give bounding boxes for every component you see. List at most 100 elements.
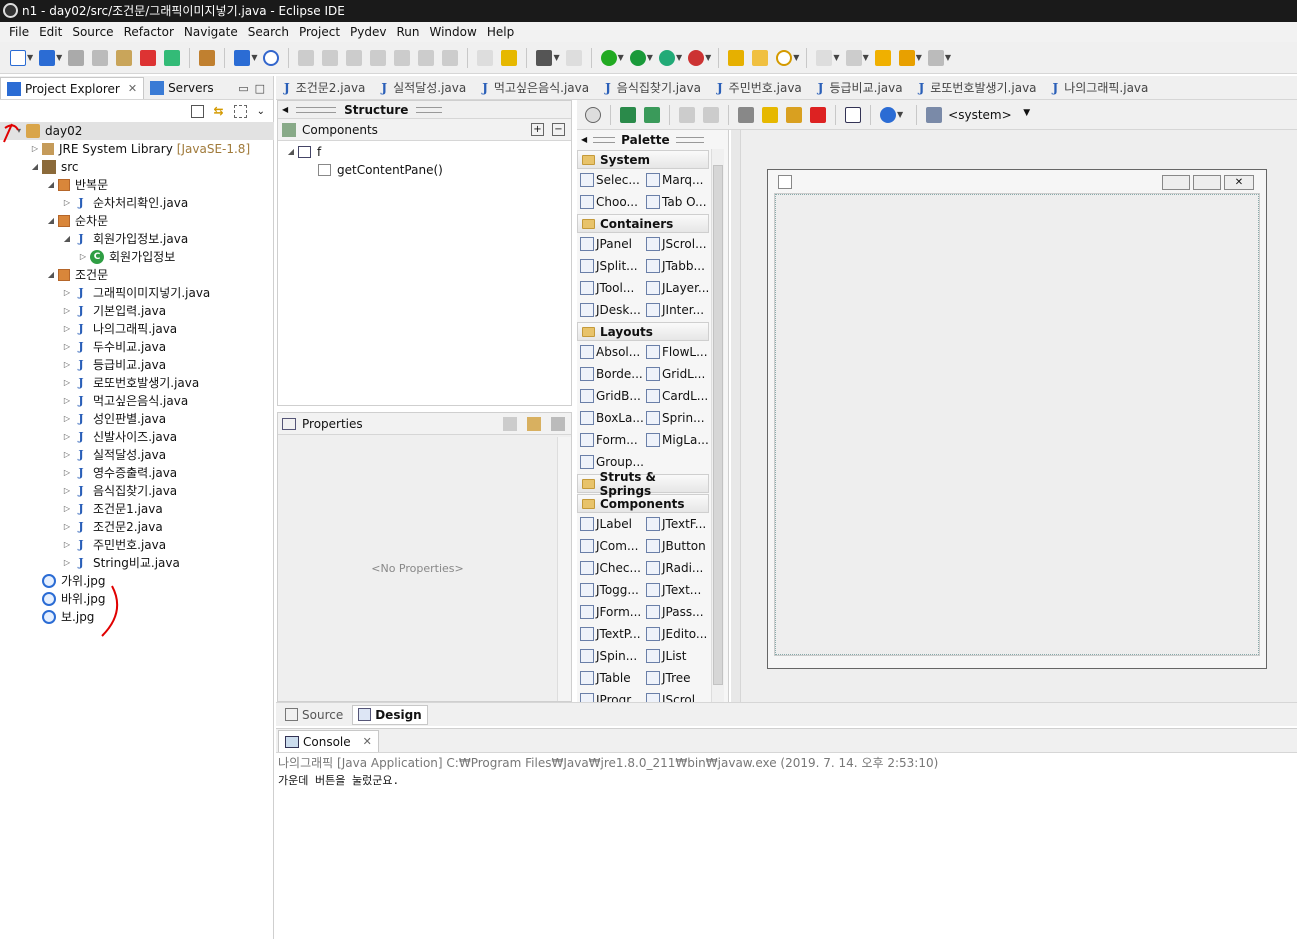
new-icon[interactable] <box>10 49 26 66</box>
expand-twisty-icon[interactable]: ▷ <box>62 464 72 482</box>
expand-twisty-icon[interactable]: ▷ <box>62 320 72 338</box>
back-arrow-icon[interactable] <box>898 49 915 66</box>
tree-item[interactable]: ▾ day02 <box>0 122 274 140</box>
tree-item[interactable]: 보.jpg <box>30 608 94 626</box>
no-entry-icon[interactable] <box>263 49 280 66</box>
tree-item[interactable]: ◢ 반복문 <box>46 176 108 194</box>
menu-window[interactable]: Window <box>425 25 482 39</box>
expand-twisty-icon[interactable]: ▷ <box>62 500 72 518</box>
undo-icon[interactable] <box>679 106 695 123</box>
editor-tab[interactable]: J 조건문2.java <box>276 76 373 100</box>
editor-tab[interactable]: J 주민번호.java <box>709 76 810 100</box>
tree-item[interactable]: ▷ J 그래픽이미지넣기.java <box>62 284 210 302</box>
open-folder-icon[interactable] <box>728 49 745 66</box>
palette-item[interactable]: JForm... <box>577 605 643 619</box>
menu-edit[interactable]: Edit <box>34 25 67 39</box>
expand-twisty-icon[interactable]: ◢ <box>30 158 40 176</box>
package-icon[interactable] <box>752 49 769 66</box>
tree-item[interactable]: ▷ J 음식집찾기.java <box>62 482 177 500</box>
expand-twisty-icon[interactable]: ▷ <box>62 446 72 464</box>
save-all-icon[interactable] <box>92 49 109 66</box>
expand-twisty-icon[interactable]: ▷ <box>62 374 72 392</box>
drag-handle-icon[interactable] <box>675 136 704 143</box>
tree-item[interactable]: ▷ J 순차처리확인.java <box>62 194 188 212</box>
tree-item[interactable]: ▷ J 두수비교.java <box>62 338 166 356</box>
menu-project[interactable]: Project <box>294 25 345 39</box>
palette-item[interactable]: Selec... <box>577 173 643 187</box>
tree-item[interactable]: 가위.jpg <box>30 572 105 590</box>
menu-search[interactable]: Search <box>243 25 294 39</box>
tree-item[interactable]: ▷ J 주민번호.java <box>62 536 166 554</box>
palette-item[interactable]: JButton <box>643 539 709 553</box>
palette-item[interactable]: JSplit... <box>577 259 643 273</box>
palette-item[interactable]: Tab O... <box>643 195 709 209</box>
resume-icon[interactable] <box>298 49 315 66</box>
menu-file[interactable]: File <box>4 25 34 39</box>
palette-item[interactable]: BoxLa... <box>577 411 643 425</box>
palette-item[interactable]: Group... <box>577 455 643 469</box>
palette-item[interactable]: JPanel <box>577 237 643 251</box>
palette-item[interactable]: JScrol... <box>643 237 709 251</box>
look-and-feel-combo[interactable]: <system> ▼ <box>948 108 1030 122</box>
palette-item[interactable]: JRadi... <box>643 561 709 575</box>
close-icon[interactable]: ✕ <box>128 82 137 95</box>
editor-tab[interactable]: J 등급비교.java <box>810 76 911 100</box>
component-frame[interactable]: ◢ f <box>286 143 321 161</box>
palette-item[interactable]: JText... <box>643 583 709 597</box>
tree-item[interactable]: ▷ C 회원가입정보 <box>78 248 175 266</box>
tree-item[interactable]: ▷ J 먹고싶은음식.java <box>62 392 188 410</box>
palette-scrollbar[interactable] <box>711 149 724 705</box>
expand-twisty-icon[interactable]: ◢ <box>46 212 56 230</box>
palette-item[interactable]: JTextF... <box>643 517 709 531</box>
debug-toggle-icon[interactable] <box>164 49 181 66</box>
palette-item[interactable]: JTree <box>643 671 709 685</box>
tree-item[interactable]: ▷ J 성인판별.java <box>62 410 166 428</box>
tree-item[interactable]: ▷ J 영수증출력.java <box>62 464 177 482</box>
palette-item[interactable]: JList <box>643 649 709 663</box>
collapse-arrow-icon[interactable]: ◀ <box>581 135 587 144</box>
step-into-icon[interactable] <box>394 49 411 66</box>
minimize-icon[interactable]: ▭ <box>238 82 248 95</box>
coverage-icon[interactable] <box>658 49 675 66</box>
dots-icon[interactable] <box>536 49 553 66</box>
palette-category[interactable]: Layouts <box>577 322 709 341</box>
editor-tab[interactable]: J 로또번호발생기.java <box>911 76 1045 100</box>
tree-item[interactable]: ▷ J 등급비교.java <box>62 356 166 374</box>
palette-item[interactable]: Absol... <box>577 345 643 359</box>
expand-twisty-icon[interactable]: ▷ <box>78 248 88 266</box>
palette-item[interactable]: JLayer... <box>643 281 709 295</box>
tab-servers[interactable]: Servers <box>144 77 220 99</box>
link-with-editor-icon[interactable]: ⇆ <box>214 104 224 118</box>
menu-refactor[interactable]: Refactor <box>119 25 179 39</box>
copy-icon[interactable] <box>762 106 778 123</box>
tree-item[interactable]: ▷ JRE System Library [JavaSE-1.8] <box>30 140 250 158</box>
expand-twisty-icon[interactable]: ▷ <box>62 356 72 374</box>
collapse-all-icon[interactable]: − <box>552 123 565 136</box>
expand-twisty-icon[interactable]: ▷ <box>62 518 72 536</box>
format-icon[interactable] <box>477 49 494 66</box>
expand-twisty-icon[interactable]: ▷ <box>62 284 72 302</box>
tab-console[interactable]: Console ✕ <box>278 730 379 752</box>
editor-tab[interactable]: J 나의그래픽.java <box>1045 76 1157 100</box>
expand-twisty-icon[interactable]: ▷ <box>62 392 72 410</box>
save-icon[interactable] <box>68 49 85 66</box>
palette-item[interactable]: JTextP... <box>577 627 643 641</box>
external-tools-icon[interactable] <box>688 49 705 66</box>
tree-item[interactable]: ▷ J 신발사이즈.java <box>62 428 177 446</box>
refactor-icon[interactable] <box>501 49 518 66</box>
palette-item[interactable]: Sprin... <box>643 411 709 425</box>
monitor-icon[interactable] <box>234 49 251 66</box>
expand-twisty-icon[interactable]: ▷ <box>62 536 72 554</box>
pen-icon[interactable] <box>565 49 582 66</box>
skip-breakpoints-icon[interactable] <box>140 49 157 66</box>
tree-item[interactable]: ◢ src <box>30 158 79 176</box>
test-preview-icon[interactable] <box>845 106 861 123</box>
menu-help[interactable]: Help <box>482 25 519 39</box>
palette-item[interactable]: JPass... <box>643 605 709 619</box>
suspend-icon[interactable] <box>322 49 339 66</box>
palette-item[interactable]: JEdito... <box>643 627 709 641</box>
drag-handle-icon[interactable] <box>296 106 337 113</box>
palette-category[interactable]: Struts & Springs <box>577 470 709 498</box>
palette-item[interactable]: GridL... <box>643 367 709 381</box>
show-advanced-icon[interactable] <box>551 416 565 431</box>
